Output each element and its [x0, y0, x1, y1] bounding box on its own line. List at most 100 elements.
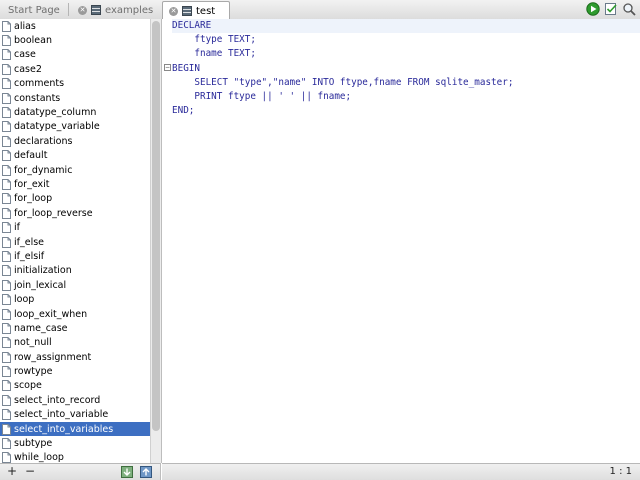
code-line[interactable]: PRINT ftype || ' ' || fname;	[172, 90, 640, 104]
list-item[interactable]: scope	[0, 379, 150, 393]
list-item[interactable]: select_into_record	[0, 393, 150, 407]
search-icon[interactable]	[622, 2, 636, 16]
scrollbar-thumb[interactable]	[152, 21, 160, 431]
code-area[interactable]: DECLARE ftype TEXT; fname TEXT; BEGIN SEL…	[172, 19, 640, 118]
list-item[interactable]: for_loop	[0, 192, 150, 206]
list-item-label: select_into_record	[14, 394, 101, 406]
list-item[interactable]: comments	[0, 77, 150, 91]
file-icon	[2, 222, 11, 234]
list-item[interactable]: rowtype	[0, 364, 150, 378]
tab-bar: Start Page ✕ examples ✕ test	[0, 0, 640, 20]
code-line[interactable]: END;	[172, 104, 640, 118]
file-icon	[2, 438, 11, 450]
cursor-position: 1 : 1	[609, 466, 632, 477]
remove-script-button[interactable]: −	[23, 464, 37, 480]
list-item-label: if	[14, 222, 20, 234]
code-line[interactable]: SELECT "type","name" INTO ftype,fname FR…	[172, 76, 640, 90]
file-icon	[2, 294, 11, 306]
file-icon	[2, 150, 11, 162]
file-icon	[2, 107, 11, 119]
list-item[interactable]: if_elsif	[0, 249, 150, 263]
close-icon[interactable]: ✕	[169, 6, 178, 16]
list-item[interactable]: default	[0, 149, 150, 163]
file-icon	[2, 366, 11, 378]
editor-gutter: −	[162, 19, 171, 463]
list-item[interactable]: case	[0, 48, 150, 62]
check-icon[interactable]	[604, 2, 618, 16]
list-item[interactable]: not_null	[0, 336, 150, 350]
export-icon[interactable]	[140, 466, 152, 478]
list-item[interactable]: if	[0, 220, 150, 234]
tab-start-page[interactable]: Start Page	[2, 1, 66, 19]
code-line[interactable]: DECLARE	[172, 19, 640, 34]
fold-toggle[interactable]: −	[164, 64, 171, 71]
list-item-label: datatype_variable	[14, 121, 100, 133]
list-item-label: not_null	[14, 337, 52, 349]
list-item-label: default	[14, 150, 48, 162]
list-item[interactable]: subtype	[0, 436, 150, 450]
list-item-label: datatype_column	[14, 107, 97, 119]
code-editor[interactable]: − DECLARE ftype TEXT; fname TEXT; BEGIN S…	[162, 19, 640, 463]
tab-test[interactable]: ✕ test	[162, 1, 230, 20]
list-item[interactable]: row_assignment	[0, 350, 150, 364]
status-bar: 1 : 1	[162, 463, 640, 480]
list-item[interactable]: for_exit	[0, 177, 150, 191]
list-item[interactable]: loop	[0, 292, 150, 306]
list-item-label: initialization	[14, 265, 72, 277]
list-item[interactable]: while_loop	[0, 451, 150, 463]
list-item[interactable]: alias	[0, 19, 150, 33]
code-line[interactable]: BEGIN	[172, 62, 640, 76]
add-script-button[interactable]: +	[5, 464, 19, 480]
list-item[interactable]: for_dynamic	[0, 163, 150, 177]
list-item[interactable]: boolean	[0, 33, 150, 47]
list-item[interactable]: if_else	[0, 235, 150, 249]
list-item[interactable]: loop_exit_when	[0, 307, 150, 321]
file-icon	[2, 250, 11, 262]
file-icon	[2, 394, 11, 406]
list-item[interactable]: declarations	[0, 134, 150, 148]
file-icon	[2, 452, 11, 463]
file-icon	[2, 337, 11, 349]
list-item-label: boolean	[14, 35, 52, 47]
file-icon	[2, 35, 11, 47]
tab-separator	[68, 3, 69, 16]
close-icon[interactable]: ✕	[78, 5, 87, 15]
database-icon	[182, 6, 192, 16]
list-item[interactable]: name_case	[0, 321, 150, 335]
file-icon	[2, 423, 11, 435]
list-item-label: for_loop	[14, 193, 53, 205]
file-icon	[2, 236, 11, 248]
list-item[interactable]: select_into_variable	[0, 408, 150, 422]
list-item[interactable]: datatype_column	[0, 105, 150, 119]
list-item[interactable]: initialization	[0, 264, 150, 278]
list-item-label: if_else	[14, 236, 45, 248]
run-icon[interactable]	[586, 2, 600, 16]
tab-label: examples	[105, 4, 154, 16]
script-list: alias boolean case case2 comments constants da…	[0, 19, 150, 463]
database-icon	[91, 5, 101, 15]
list-item-label: for_loop_reverse	[14, 207, 93, 219]
list-item[interactable]: datatype_variable	[0, 120, 150, 134]
code-line[interactable]: fname TEXT;	[172, 47, 640, 61]
sidebar-scrollbar[interactable]	[150, 19, 161, 463]
file-icon	[2, 409, 11, 421]
list-item-label: loop	[14, 294, 35, 306]
editor-toolbar	[586, 2, 636, 16]
list-item[interactable]: constants	[0, 91, 150, 105]
file-icon	[2, 92, 11, 104]
list-item[interactable]: case2	[0, 62, 150, 76]
file-icon	[2, 380, 11, 392]
file-icon	[2, 20, 11, 32]
list-item[interactable]: for_loop_reverse	[0, 206, 150, 220]
code-line[interactable]: ftype TEXT;	[172, 33, 640, 47]
tab-examples[interactable]: ✕ examples	[72, 1, 159, 19]
list-item[interactable]: select_into_variables	[0, 421, 150, 437]
file-icon	[2, 78, 11, 90]
import-icon[interactable]	[121, 466, 133, 478]
list-item-label: loop_exit_when	[14, 308, 88, 320]
list-item-label: select_into_variables	[14, 423, 114, 435]
file-icon	[2, 193, 11, 205]
list-item[interactable]: join_lexical	[0, 278, 150, 292]
file-icon	[2, 164, 11, 176]
list-item-label: name_case	[14, 322, 68, 334]
